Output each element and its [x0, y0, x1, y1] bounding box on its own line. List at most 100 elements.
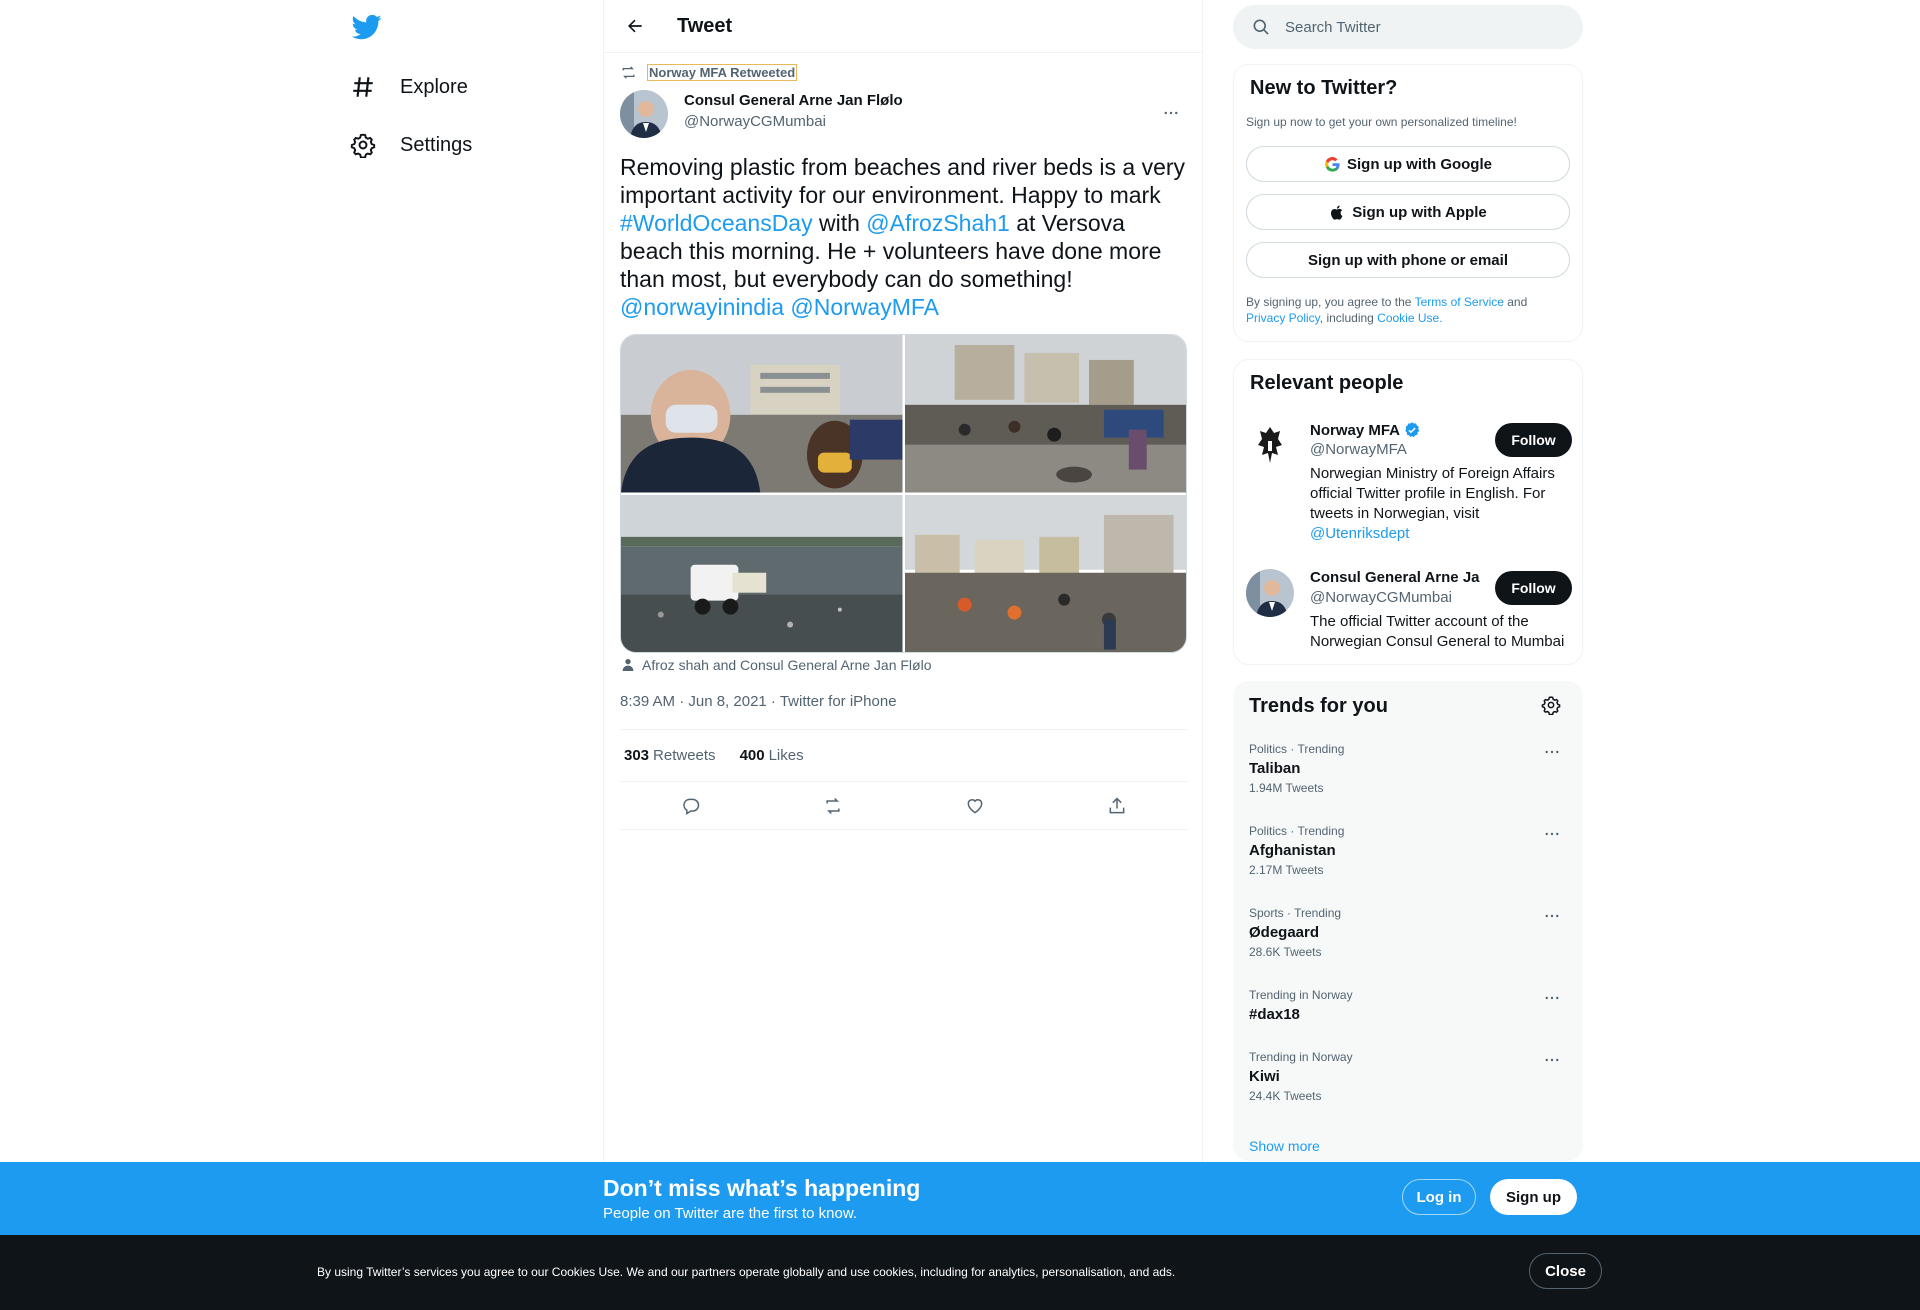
gear-icon [1541, 696, 1561, 716]
new-to-twitter-card: New to Twitter? Sign up now to get your … [1233, 64, 1583, 342]
avatar[interactable] [620, 90, 668, 138]
tagged-people[interactable]: Afroz shah and Consul General Arne Jan F… [620, 657, 932, 673]
trend-more-button[interactable] [1537, 740, 1567, 764]
show-more-link[interactable]: Show more [1249, 1138, 1320, 1154]
trend-item[interactable]: Trending in Norway #dax18 [1249, 988, 1567, 1023]
trend-context: Sports · Trending [1249, 906, 1342, 920]
reply-button[interactable] [673, 788, 709, 824]
trend-name: #dax18 [1249, 1006, 1300, 1023]
trend-name: Taliban [1249, 760, 1301, 777]
terms-link[interactable]: Terms of Service [1415, 295, 1504, 309]
retweet-icon [622, 66, 635, 79]
signup-apple-label: Sign up with Apple [1352, 203, 1487, 221]
follow-button[interactable]: Follow [1495, 423, 1572, 457]
bio-mention-link[interactable]: @Utenriksdept [1310, 525, 1409, 542]
hashtag-link[interactable]: #WorldOceansDay [620, 210, 813, 236]
signup-google-button[interactable]: Sign up with Google [1246, 146, 1570, 182]
reply-icon [683, 798, 700, 815]
avatar[interactable] [1246, 569, 1294, 617]
share-button[interactable] [1099, 788, 1135, 824]
signup-banner: Don’t miss what’s happening People on Tw… [0, 1162, 1920, 1235]
nav-item-explore[interactable]: Explore [338, 62, 558, 112]
signup-google-label: Sign up with Google [1347, 155, 1492, 173]
author-handle[interactable]: @NorwayCGMumbai [684, 113, 826, 130]
likes-stat[interactable]: 400 Likes [740, 747, 804, 764]
trends-settings-button[interactable] [1541, 695, 1561, 720]
tweet-stats: 303 Retweets 400 Likes [620, 729, 1188, 782]
tweet-actions [620, 782, 1188, 830]
back-arrow-icon [628, 19, 642, 33]
retweet-button[interactable] [815, 788, 851, 824]
follow-button[interactable]: Follow [1495, 571, 1572, 605]
card-title: Trends for you [1249, 695, 1388, 717]
trend-name: Kiwi [1249, 1068, 1280, 1085]
tweet-media-grid [620, 334, 1187, 653]
avatar[interactable] [1246, 421, 1294, 469]
search-bar[interactable] [1233, 5, 1583, 49]
trend-more-button[interactable] [1537, 986, 1567, 1010]
trend-item[interactable]: Politics · Trending Taliban 1.94M Tweets [1249, 742, 1567, 795]
nav-item-label: Settings [400, 133, 473, 156]
mention-link[interactable]: @NorwayMFA [790, 294, 939, 320]
trend-item[interactable]: Trending in Norway Kiwi 24.4K Tweets [1249, 1050, 1567, 1103]
trend-context: Politics · Trending [1249, 742, 1345, 756]
person-name: Norway MFA [1310, 421, 1421, 439]
mention-link[interactable]: @AfrozShah1 [866, 210, 1010, 236]
person-handle: @NorwayCGMumbai [1310, 589, 1452, 606]
privacy-link[interactable]: Privacy Policy [1246, 311, 1320, 325]
person-name-text: Norway MFA [1310, 421, 1401, 439]
legal-text: , including [1319, 311, 1378, 325]
trend-more-button[interactable] [1537, 904, 1567, 928]
author-name[interactable]: Consul General Arne Jan Flølo [684, 92, 903, 109]
retweets-stat[interactable]: 303 Retweets [624, 747, 716, 764]
trend-more-button[interactable] [1537, 1048, 1567, 1072]
trend-context: Trending in Norway [1249, 1050, 1353, 1064]
retweet-count: 303 [624, 747, 650, 764]
cookie-close-button[interactable]: Close [1529, 1253, 1602, 1289]
retweeted-by-link[interactable]: Norway MFA Retweeted [647, 64, 798, 81]
twitter-bird-icon[interactable] [351, 12, 382, 42]
tweet-photo[interactable] [904, 494, 1186, 652]
nav-item-label: Explore [400, 75, 468, 98]
trend-context: Trending in Norway [1249, 988, 1353, 1002]
like-count: 400 [739, 747, 765, 764]
trend-count: 28.6K Tweets [1249, 945, 1322, 959]
tagged-people-label: Afroz shah and Consul General Arne Jan F… [642, 657, 932, 673]
heart-icon [967, 798, 983, 814]
trend-context: Politics · Trending [1249, 824, 1345, 838]
person-name-text: Consul General Arne Ja [1310, 569, 1480, 586]
page-title: Tweet [677, 14, 733, 37]
signup-button[interactable]: Sign up [1490, 1179, 1577, 1215]
relevant-people-card: Relevant people Norway MFA @NorwayMFA Fo… [1233, 359, 1583, 665]
signup-phone-email-button[interactable]: Sign up with phone or email [1246, 242, 1570, 278]
back-button[interactable] [617, 8, 653, 44]
tweet-photo[interactable] [904, 335, 1186, 493]
login-button[interactable]: Log in [1402, 1179, 1476, 1215]
more-dots-icon [1545, 996, 1559, 1000]
share-icon [1109, 796, 1125, 813]
nav-item-settings[interactable]: Settings [338, 120, 558, 170]
like-button[interactable] [957, 788, 993, 824]
search-input[interactable] [1285, 18, 1555, 36]
more-dots-icon [1545, 750, 1559, 754]
retweet-label: Retweets [653, 747, 716, 764]
trend-item[interactable]: Politics · Trending Afghanistan 2.17M Tw… [1249, 824, 1567, 877]
signup-apple-button[interactable]: Sign up with Apple [1246, 194, 1570, 230]
mention-link[interactable]: @norwayinindia [620, 294, 784, 320]
retweet-icon [826, 797, 840, 814]
more-dots-icon [1164, 111, 1178, 115]
cookie-use-link[interactable]: Cookie Use. [1377, 311, 1442, 325]
more-options-button[interactable] [1154, 96, 1188, 130]
trend-item[interactable]: Sports · Trending Ødegaard 28.6K Tweets [1249, 906, 1567, 959]
tweet-header: Tweet [604, 0, 1202, 53]
like-label: Likes [768, 747, 804, 764]
card-title: New to Twitter? [1250, 77, 1398, 99]
legal-text: By signing up, you agree to the [1246, 295, 1415, 309]
person-icon [622, 659, 634, 671]
tweet-photo[interactable] [621, 335, 903, 493]
trend-more-button[interactable] [1537, 822, 1567, 846]
cookie-banner-text: By using Twitter’s services you agree to… [317, 1265, 1176, 1279]
tweet-timestamp[interactable]: 8:39 AM · Jun 8, 2021 · Twitter for iPho… [620, 693, 897, 710]
apple-icon [1329, 204, 1346, 221]
tweet-photo[interactable] [621, 494, 903, 652]
